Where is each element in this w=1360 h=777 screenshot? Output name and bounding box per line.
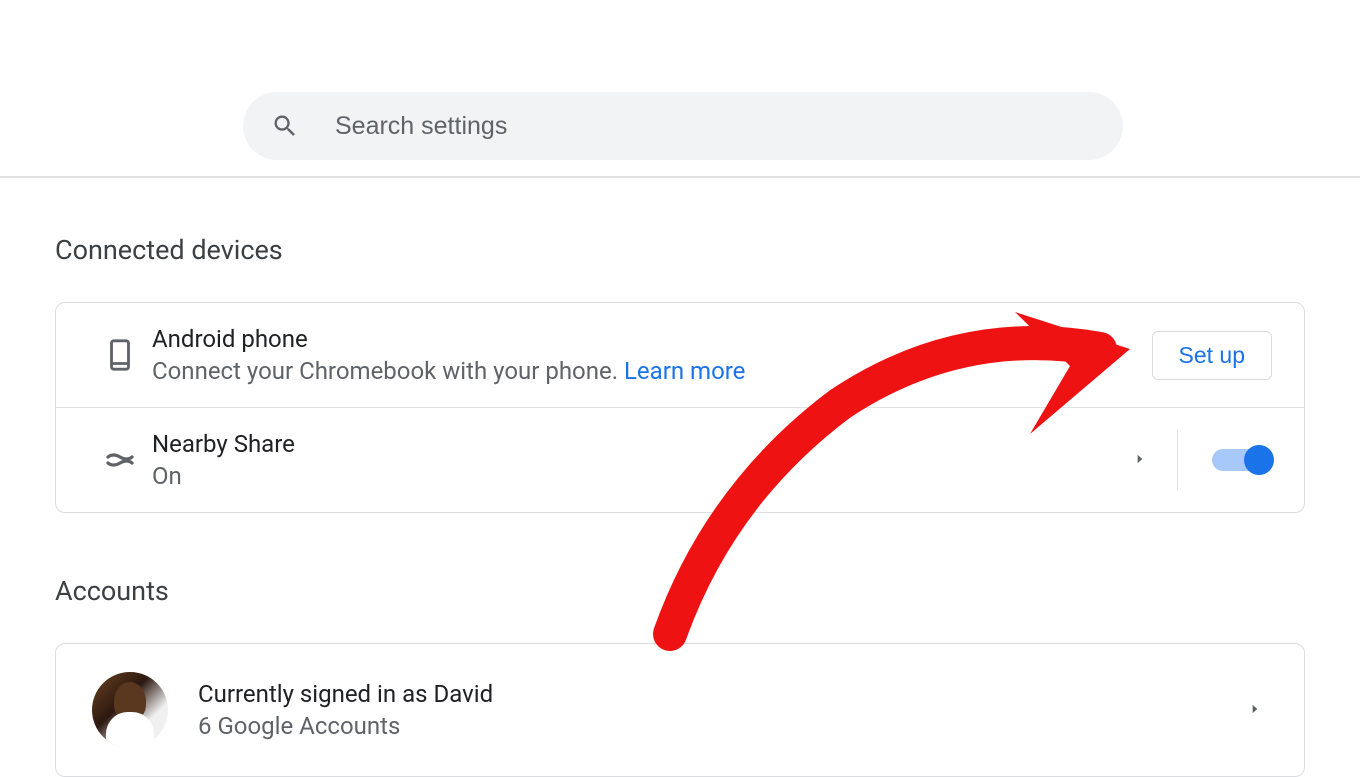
nearby-share-row[interactable]: Nearby Share On <box>56 407 1304 512</box>
account-text: Currently signed in as David 6 Google Ac… <box>198 680 1228 740</box>
toggle-knob <box>1244 445 1274 475</box>
android-phone-title: Android phone <box>152 325 1152 353</box>
chevron-right-icon <box>1248 701 1262 720</box>
nearby-share-text: Nearby Share On <box>152 430 1113 490</box>
android-phone-subtitle-text: Connect your Chromebook with your phone. <box>152 357 624 385</box>
nearby-share-title: Nearby Share <box>152 430 1113 458</box>
avatar <box>92 672 168 748</box>
connected-devices-title: Connected devices <box>55 234 1305 266</box>
android-phone-text: Android phone Connect your Chromebook wi… <box>152 325 1152 385</box>
set-up-button[interactable]: Set up <box>1152 331 1273 380</box>
nearby-share-toggle-wrap <box>1177 430 1272 490</box>
android-phone-row[interactable]: Android phone Connect your Chromebook wi… <box>56 303 1304 407</box>
settings-content: Connected devices Android phone Connect … <box>0 178 1360 777</box>
search-input[interactable] <box>335 112 1095 141</box>
header-bar <box>0 0 1360 178</box>
nearby-share-toggle[interactable] <box>1212 449 1272 471</box>
connected-devices-card: Android phone Connect your Chromebook wi… <box>55 302 1305 513</box>
accounts-card: Currently signed in as David 6 Google Ac… <box>55 643 1305 777</box>
account-title: Currently signed in as David <box>198 680 1228 708</box>
android-phone-subtitle: Connect your Chromebook with your phone.… <box>152 357 1152 385</box>
account-subtitle: 6 Google Accounts <box>198 712 1228 740</box>
current-account-row[interactable]: Currently signed in as David 6 Google Ac… <box>56 644 1304 776</box>
phone-icon <box>88 338 152 372</box>
search-icon <box>271 112 299 140</box>
search-settings[interactable] <box>243 92 1123 160</box>
nearby-share-status: On <box>152 462 1113 490</box>
nearby-share-icon <box>88 442 152 478</box>
accounts-title: Accounts <box>55 575 1305 607</box>
chevron-right-icon <box>1133 451 1147 470</box>
learn-more-link[interactable]: Learn more <box>624 357 745 385</box>
